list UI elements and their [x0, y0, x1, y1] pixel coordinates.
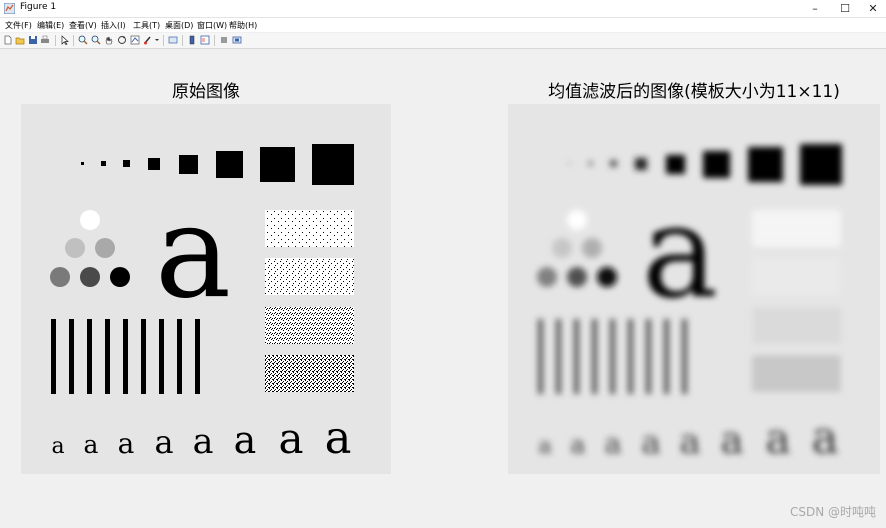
toolbar-separator	[163, 35, 164, 46]
zoom-in-icon[interactable]	[78, 35, 88, 45]
link-plot-icon[interactable]	[168, 35, 178, 45]
toolbar-separator	[73, 35, 74, 46]
original-image: a a a a a a a a a	[21, 104, 391, 474]
show-plot-tools-icon[interactable]	[232, 35, 242, 45]
menu-view[interactable]: 查看(V)	[69, 20, 97, 31]
minimize-button[interactable]: –	[800, 0, 830, 17]
rotate-3d-icon[interactable]	[117, 35, 127, 45]
hide-plot-tools-icon[interactable]	[219, 35, 229, 45]
maximize-button[interactable]: ☐	[830, 0, 860, 17]
matlab-figure-icon	[4, 3, 15, 14]
svg-text:a: a	[765, 414, 790, 463]
noise-rect-2	[265, 258, 354, 295]
blurred-vertical-bars	[538, 319, 687, 394]
new-file-icon[interactable]	[3, 35, 13, 45]
menu-tools[interactable]: 工具(T)	[133, 20, 160, 31]
svg-text:a: a	[234, 418, 257, 462]
title-bar: Figure 1 – ☐ ✕	[0, 0, 886, 18]
svg-text:a: a	[641, 423, 660, 461]
menu-window[interactable]: 窗口(W)	[197, 20, 227, 31]
svg-text:a: a	[605, 427, 622, 460]
svg-text:a: a	[325, 411, 352, 464]
toolbar-separator	[182, 35, 183, 46]
zoom-out-icon[interactable]	[91, 35, 101, 45]
figure-toolbar	[0, 33, 886, 49]
toolbar-separator	[55, 35, 56, 46]
vertical-bars	[51, 319, 200, 394]
svg-text:a: a	[538, 434, 551, 459]
noise-rect-4	[265, 355, 354, 392]
data-cursor-icon[interactable]	[130, 35, 140, 45]
blurred-noise-rect-2	[752, 258, 841, 295]
noise-rect-1	[265, 210, 354, 247]
svg-text:a: a	[278, 414, 303, 463]
pan-hand-icon[interactable]	[104, 35, 114, 45]
brush-icon[interactable]	[143, 35, 153, 45]
csdn-watermark: CSDN @时吨吨	[789, 505, 876, 519]
svg-text:a: a	[812, 411, 839, 464]
blurred-noise-rect-3	[752, 307, 841, 344]
menu-desktop[interactable]: 桌面(D)	[165, 20, 193, 31]
close-button[interactable]: ✕	[858, 0, 886, 17]
svg-text:a: a	[571, 430, 586, 459]
window-title: Figure 1	[20, 2, 57, 12]
svg-text:a: a	[680, 422, 701, 462]
insert-legend-icon[interactable]	[200, 35, 210, 45]
insert-colorbar-icon[interactable]	[187, 35, 197, 45]
svg-text:a: a	[193, 422, 214, 462]
chevron-down-icon[interactable]	[154, 35, 160, 45]
svg-text:a: a	[154, 423, 173, 461]
save-icon[interactable]	[28, 35, 38, 45]
menu-help[interactable]: 帮助(H)	[229, 20, 257, 31]
toolbar-separator	[214, 35, 215, 46]
svg-text:a: a	[84, 430, 99, 459]
filtered-image: a a a a a a a a a	[508, 104, 880, 474]
menu-file[interactable]: 文件(F)	[5, 20, 32, 31]
menu-edit[interactable]: 编辑(E)	[37, 20, 64, 31]
menu-bar: 文件(F) 编辑(E) 查看(V) 插入(I) 工具(T) 桌面(D) 窗口(W…	[0, 18, 886, 32]
large-letter-a: a	[155, 178, 231, 327]
noise-rect-3	[265, 307, 354, 344]
axes-title-filtered: 均值滤波后的图像(模板大小为11×11)	[548, 82, 840, 102]
blurred-noise-rect-1	[752, 210, 841, 247]
menu-insert[interactable]: 插入(I)	[101, 20, 126, 31]
axes-title-original: 原始图像	[172, 82, 240, 102]
select-arrow-icon[interactable]	[60, 35, 70, 45]
blurred-large-letter-a: a	[642, 178, 718, 327]
open-file-icon[interactable]	[15, 35, 25, 45]
svg-text:a: a	[118, 427, 135, 460]
svg-text:a: a	[51, 434, 64, 459]
blurred-noise-rect-4	[752, 355, 841, 392]
svg-text:a: a	[721, 418, 744, 462]
print-icon[interactable]	[40, 35, 50, 45]
